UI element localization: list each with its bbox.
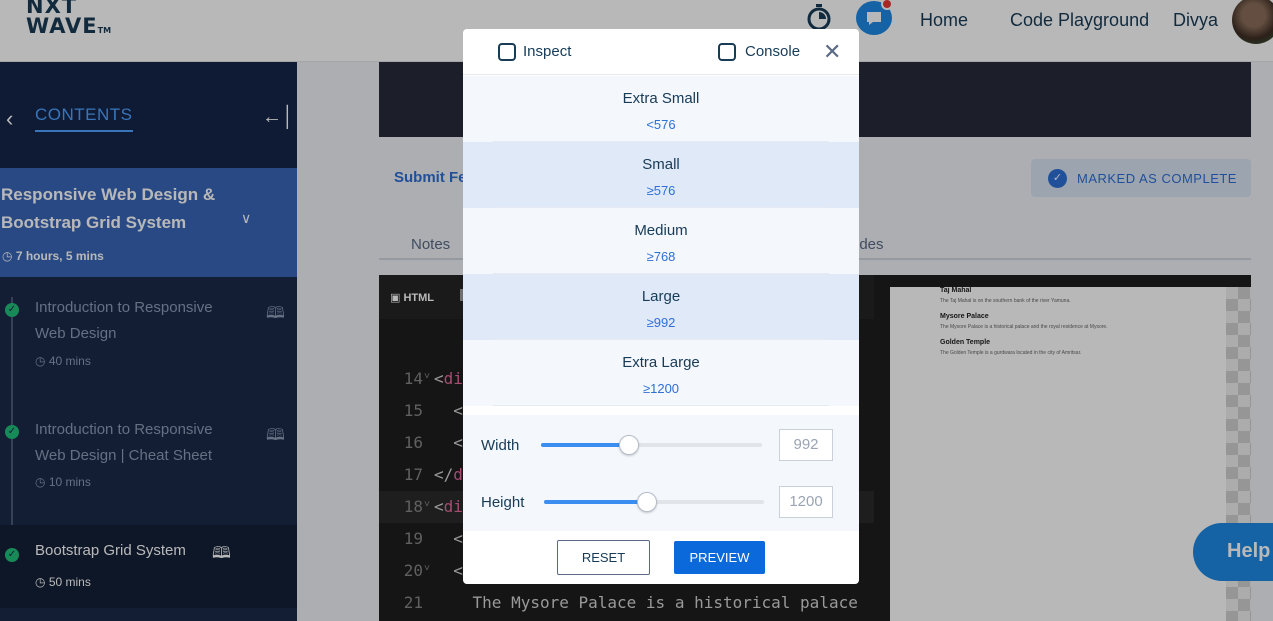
breakpoint-value: ≥576 [646,183,676,198]
preview-button[interactable]: PREVIEW [674,541,765,574]
close-icon[interactable]: ✕ [823,39,841,65]
inspect-label[interactable]: Inspect [523,43,571,60]
width-label: Width [481,437,520,454]
breakpoint-value: ≥992 [646,315,676,330]
width-slider-fill [541,443,630,447]
height-slider-thumb[interactable] [637,492,658,512]
breakpoint-name: Extra Large [622,354,700,371]
breakpoint-value: ≥768 [646,249,676,264]
height-slider-fill [544,500,648,504]
breakpoint-value: ≥1200 [642,381,680,396]
modal-toolbar: Inspect Console ✕ [463,29,859,75]
width-input[interactable]: 992 [779,429,833,461]
responsive-preview-modal: Inspect Console ✕ Extra Small <576 Small ≥5… [463,29,859,584]
breakpoint-name: Extra Small [622,90,700,107]
height-input[interactable]: 1200 [779,486,833,518]
breakpoint-name: Medium [634,222,688,239]
breakpoint-option[interactable]: Small ≥576 [463,142,859,208]
inspect-checkbox[interactable] [498,43,516,61]
size-controls: Width 992 Height 1200 [463,415,859,531]
width-slider[interactable] [541,435,762,455]
height-label: Height [481,494,525,511]
breakpoint-option[interactable]: Extra Small <576 [463,76,859,142]
breakpoint-value: <576 [646,117,676,132]
reset-button[interactable]: RESET [557,540,650,575]
breakpoint-option[interactable]: Large ≥992 [463,274,859,340]
breakpoint-name: Large [641,288,681,305]
console-checkbox[interactable] [718,43,736,61]
breakpoint-separator [493,405,829,406]
breakpoint-option[interactable]: Extra Large ≥1200 [463,340,859,406]
width-slider-thumb[interactable] [619,435,640,455]
breakpoint-option[interactable]: Medium ≥768 [463,208,859,274]
breakpoint-name: Small [642,156,680,173]
height-slider[interactable] [544,492,764,512]
console-label[interactable]: Console [745,43,800,60]
